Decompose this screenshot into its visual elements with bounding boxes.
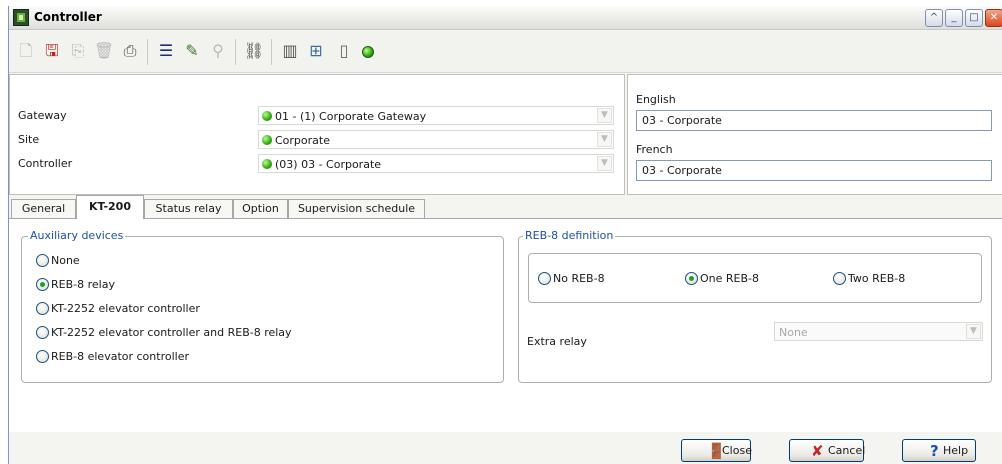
title-bar: Controller ^ _ □ ✕ [9,6,1002,30]
aux-option-label: REB-8 relay [51,278,115,291]
maximize-button[interactable]: □ [965,9,983,27]
auxiliary-devices-title: Auxiliary devices [28,229,126,242]
controller-combo[interactable]: (03) 03 - Corporate ▼ [258,154,614,173]
site-label: Site [18,133,40,146]
toolbar-separator [235,39,236,65]
close-button-label: Close [722,444,752,457]
header-panel: Gateway 01 - (1) Corporate Gateway ▼ Sit… [9,74,625,195]
delete-icon[interactable]: 🗑 [93,40,115,62]
aux-option-label: KT-2252 elevator controller [51,302,200,315]
cancel-x-icon: ✘ [811,442,824,460]
device-icon[interactable]: ▯ [333,40,355,62]
help-window-button[interactable]: ^ [925,9,943,27]
close-window-button[interactable]: ✕ [985,9,1002,27]
extra-relay-value: None [779,326,808,339]
french-label: French [636,143,673,156]
tab-option[interactable]: Option [233,199,288,218]
controller-label: Controller [18,157,73,170]
aux-option-label: REB-8 elevator controller [51,350,189,363]
site-combo[interactable]: Corporate ▼ [258,130,614,149]
status-led-icon [262,111,272,121]
controller-window: Controller ^ _ □ ✕ 🗋 🖫 ⎘ 🗑 ⎙ ☰ ✎ ⚲ ⛓ ▥ ⊞… [8,6,1002,464]
new-icon[interactable]: 🗋 [15,40,37,62]
gateway-label: Gateway [18,109,67,122]
controller-app-icon [13,9,29,26]
close-button[interactable]: 🚪 Close [681,439,752,462]
language-panel: English 03 - Corporate French 03 - Corpo… [627,74,1002,195]
print-icon[interactable]: ⎙ [119,40,141,62]
link-icon[interactable]: ⛓ [243,40,265,62]
aux-option-label: None [51,254,80,267]
find-icon[interactable]: ⚲ [207,40,229,62]
status-icon[interactable] [357,40,379,62]
site-value: Corporate [275,134,330,147]
tab-general[interactable]: General [11,199,76,218]
radio-button[interactable] [538,272,551,285]
minimize-button[interactable]: _ [945,9,963,27]
reb8-definition-title: REB-8 definition [523,229,616,242]
extra-relay-label: Extra relay [527,335,587,348]
cancel-button-label: Cancel [828,444,866,457]
chevron-down-icon[interactable]: ▼ [597,156,612,171]
reb8-option-label: Two REB-8 [848,272,906,285]
chevron-down-icon[interactable]: ▼ [597,132,612,147]
reb8-option-label: One REB-8 [700,272,760,285]
status-led-icon [262,135,272,145]
auxiliary-devices-group: Auxiliary devices None REB-8 relay KT-22… [21,229,504,383]
radio-button[interactable] [36,254,49,267]
edit-icon[interactable]: ✎ [181,40,203,62]
aux-option-label: KT-2252 elevator controller and REB-8 re… [51,326,292,339]
radio-button[interactable] [36,326,49,339]
extra-relay-combo[interactable]: None ▼ [774,322,983,341]
english-label: English [636,93,676,106]
list-icon[interactable]: ☰ [155,40,177,62]
radio-button[interactable] [36,350,49,363]
network-icon[interactable]: ⊞ [305,40,327,62]
toolbar: 🗋 🖫 ⎘ 🗑 ⎙ ☰ ✎ ⚲ ⛓ ▥ ⊞ ▯ [9,31,1002,73]
tab-supervision-schedule[interactable]: Supervision schedule [288,199,425,218]
dialog-button-bar: 🚪 Close ✘ Cancel ? Help [9,432,1002,464]
toolbar-separator [147,39,148,65]
save-icon[interactable]: 🖫 [41,40,63,62]
radio-button[interactable] [36,302,49,315]
copy-icon[interactable]: ⎘ [67,40,89,62]
door-icon[interactable]: ▥ [279,40,301,62]
reb8-option-label: No REB-8 [553,272,605,285]
french-name-input[interactable]: 03 - Corporate [636,160,992,181]
gateway-combo[interactable]: 01 - (1) Corporate Gateway ▼ [258,106,614,125]
status-led-icon [262,159,272,169]
help-question-icon: ? [930,442,939,460]
help-button[interactable]: ? Help [902,439,976,462]
chevron-down-icon[interactable]: ▼ [966,324,981,339]
chevron-down-icon[interactable]: ▼ [597,108,612,123]
help-button-label: Help [943,444,969,457]
reb8-count-box: No REB-8 One REB-8 Two REB-8 [528,253,982,303]
reb8-definition-group: REB-8 definition No REB-8 One REB-8 Two … [518,229,992,383]
controller-value: (03) 03 - Corporate [275,158,382,171]
gateway-value: 01 - (1) Corporate Gateway [275,110,427,123]
english-name-input[interactable]: 03 - Corporate [636,110,992,131]
radio-button-selected[interactable] [36,278,49,291]
toolbar-separator [271,39,272,65]
cancel-button[interactable]: ✘ Cancel [789,439,866,462]
radio-button-selected[interactable] [685,272,698,285]
kt-200-tab-page: Auxiliary devices None REB-8 relay KT-22… [9,218,1002,432]
radio-button[interactable] [833,272,846,285]
tab-status-relay[interactable]: Status relay [144,199,233,218]
window-title: Controller [34,10,102,24]
tab-kt-200[interactable]: KT-200 [76,195,144,219]
